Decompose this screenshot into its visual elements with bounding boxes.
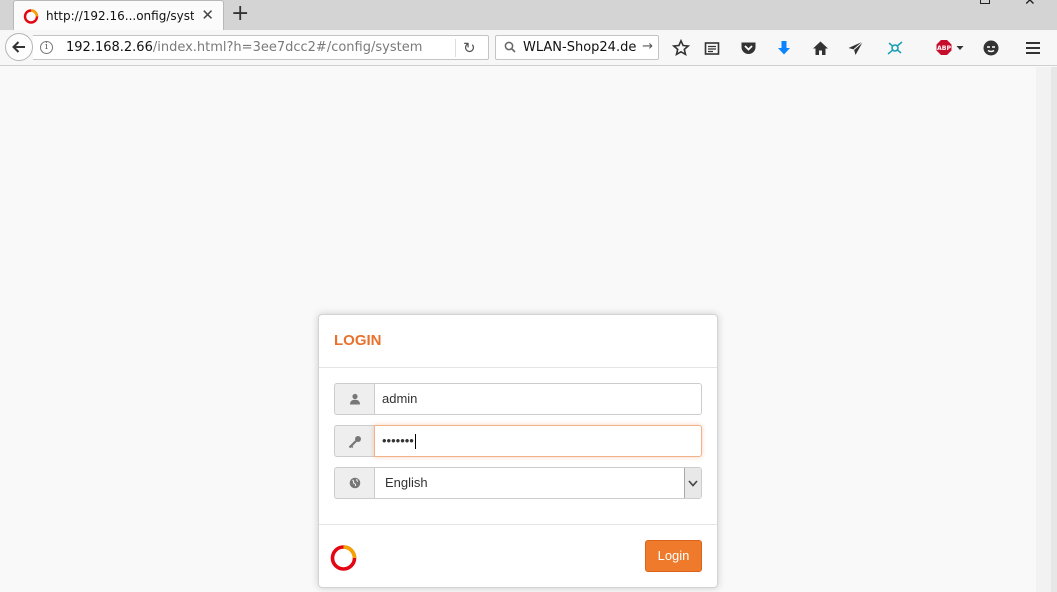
pocket-icon[interactable] xyxy=(738,38,758,58)
language-selected-value: English xyxy=(385,475,428,490)
adblock-dropdown-icon[interactable] xyxy=(956,45,964,51)
language-select[interactable]: English xyxy=(374,467,702,499)
url-divider xyxy=(455,39,456,57)
network-icon[interactable] xyxy=(885,38,905,58)
chat-icon[interactable] xyxy=(981,38,1001,58)
browser-tab[interactable]: http://192.16...onfig/system ✕ xyxy=(13,0,224,30)
adblock-plus-icon[interactable]: ABP xyxy=(935,38,965,58)
new-tab-icon[interactable]: + xyxy=(231,3,249,25)
reading-list-icon[interactable] xyxy=(702,38,722,58)
search-bar[interactable]: WLAN-Shop24.de → xyxy=(495,35,659,60)
login-title: LOGIN xyxy=(334,332,382,349)
text-cursor xyxy=(414,434,416,450)
info-icon[interactable]: i xyxy=(40,41,53,54)
username-row: admin xyxy=(334,383,703,415)
close-window-icon[interactable]: ✕ xyxy=(1024,0,1036,9)
language-dropdown-arrow[interactable] xyxy=(684,468,701,498)
url-bar[interactable]: i 192.168.2.66/index.html?h=3ee7dcc2#/co… xyxy=(33,35,489,60)
key-icon xyxy=(348,435,361,448)
password-addon xyxy=(334,425,375,457)
url-path: /index.html?h=3ee7dcc2#/config/system xyxy=(152,40,423,55)
tab-title: http://192.16...onfig/system xyxy=(46,8,194,23)
home-icon[interactable] xyxy=(810,38,830,58)
login-panel: LOGIN admin ••••••• English Login xyxy=(318,314,718,588)
back-button[interactable] xyxy=(5,33,33,61)
reload-icon[interactable]: ↻ xyxy=(463,39,476,57)
send-icon[interactable] xyxy=(845,38,865,58)
vodafone-logo-icon xyxy=(330,545,357,571)
maximize-window-icon[interactable] xyxy=(980,0,990,4)
chevron-down-icon xyxy=(688,479,698,487)
password-input[interactable]: ••••••• xyxy=(374,425,702,457)
password-masked-value: ••••••• xyxy=(382,433,414,448)
url-host: 192.168.2.66 xyxy=(66,40,153,55)
star-icon[interactable] xyxy=(671,38,691,58)
tab-strip: http://192.16...onfig/system ✕ + ✕ xyxy=(0,0,1057,30)
search-engine-text: WLAN-Shop24.de xyxy=(523,40,637,55)
tab-close-icon[interactable]: ✕ xyxy=(201,8,214,23)
url-text[interactable]: 192.168.2.66/index.html?h=3ee7dcc2#/conf… xyxy=(66,40,422,55)
navigation-bar: i 192.168.2.66/index.html?h=3ee7dcc2#/co… xyxy=(0,30,1057,66)
search-go-icon[interactable]: → xyxy=(642,39,653,54)
search-icon xyxy=(504,41,516,53)
username-addon xyxy=(334,383,375,415)
vodafone-favicon-icon xyxy=(23,8,39,24)
language-addon xyxy=(334,467,375,499)
login-button[interactable]: Login xyxy=(645,540,702,572)
menu-icon[interactable] xyxy=(1023,38,1043,58)
password-row: ••••••• xyxy=(334,425,703,457)
language-row: English xyxy=(334,467,703,499)
login-header: LOGIN xyxy=(319,315,717,368)
username-input[interactable]: admin xyxy=(374,383,702,415)
back-arrow-icon xyxy=(12,41,25,53)
download-icon[interactable] xyxy=(774,38,794,58)
page-scrollbar[interactable] xyxy=(1051,67,1057,592)
adblock-label: ABP xyxy=(937,45,952,52)
user-icon xyxy=(349,393,360,405)
globe-icon xyxy=(349,477,360,489)
